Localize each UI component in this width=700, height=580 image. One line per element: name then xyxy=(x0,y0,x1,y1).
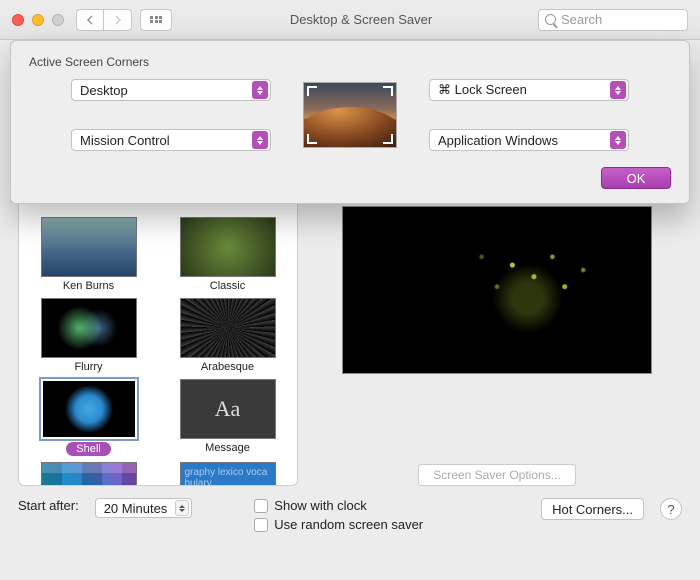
checkbox-label: Use random screen saver xyxy=(274,517,423,532)
hot-corners-sheet: Active Screen Corners Desktop Mission Co… xyxy=(10,40,690,204)
ok-button[interactable]: OK xyxy=(601,167,671,189)
corner-marker-icon xyxy=(379,130,393,144)
screensaver-item-message[interactable]: Aa Message xyxy=(168,379,287,456)
thumbnail xyxy=(180,298,276,358)
stepper-arrows-icon xyxy=(252,81,268,99)
screensaver-preview xyxy=(342,206,652,374)
corner-marker-icon xyxy=(379,86,393,100)
start-after-value: 20 Minutes xyxy=(104,501,168,516)
screensaver-item-classic[interactable]: Classic xyxy=(168,217,287,292)
screensaver-item-flurry[interactable]: Flurry xyxy=(29,298,148,373)
random-screensaver-checkbox[interactable]: Use random screen saver xyxy=(254,517,423,532)
corner-preview-monitor xyxy=(303,82,397,148)
screensaver-label: Message xyxy=(205,442,250,454)
thumbnail xyxy=(41,298,137,358)
window-controls xyxy=(12,14,64,26)
popup-value: Application Windows xyxy=(438,133,558,148)
start-after-popup[interactable]: 20 Minutes xyxy=(95,498,193,518)
checkbox-label: Show with clock xyxy=(274,498,366,513)
window-titlebar: Desktop & Screen Saver Search xyxy=(0,0,700,40)
screensaver-item-word-of-the-day[interactable]: graphy lexico voca bulary Word of the Da… xyxy=(168,462,287,486)
screensaver-label: Flurry xyxy=(74,361,102,373)
screensaver-label: Classic xyxy=(210,280,245,292)
corner-top-left-popup[interactable]: Desktop xyxy=(71,79,271,101)
corner-marker-icon xyxy=(307,130,321,144)
screensaver-label-selected: Shell xyxy=(66,442,110,456)
popup-value: ⌘ Lock Screen xyxy=(438,82,527,98)
search-input[interactable]: Search xyxy=(538,9,688,31)
stepper-arrows-icon xyxy=(175,500,189,516)
hot-corners-button[interactable]: Hot Corners... xyxy=(541,498,644,520)
thumbnail: Aa xyxy=(180,379,276,439)
stepper-arrows-icon xyxy=(610,131,626,149)
minimize-window-button[interactable] xyxy=(32,14,44,26)
thumbnail xyxy=(41,217,137,277)
thumbnail xyxy=(41,462,137,486)
help-button[interactable]: ? xyxy=(660,498,682,520)
chevron-left-icon xyxy=(86,15,94,25)
search-placeholder: Search xyxy=(561,12,602,27)
corner-top-right-popup[interactable]: ⌘ Lock Screen xyxy=(429,79,629,101)
thumbnail xyxy=(180,217,276,277)
stepper-arrows-icon xyxy=(610,81,626,99)
screensaver-item-itunes-artwork[interactable]: iTunes Artwork xyxy=(29,462,148,486)
chevron-right-icon xyxy=(114,15,122,25)
screensaver-item-arabesque[interactable]: Arabesque xyxy=(168,298,287,373)
start-after-label: Start after: xyxy=(18,498,79,513)
thumbnail: graphy lexico voca bulary xyxy=(180,462,276,486)
window-title: Desktop & Screen Saver xyxy=(184,12,538,27)
question-icon: ? xyxy=(667,502,674,517)
close-window-button[interactable] xyxy=(12,14,24,26)
thumbnail xyxy=(41,379,137,439)
popup-value: Desktop xyxy=(80,83,128,98)
sheet-heading: Active Screen Corners xyxy=(29,55,671,69)
bottom-controls: Start after: 20 Minutes Show with clock … xyxy=(18,498,682,532)
screensaver-item-shell[interactable]: Shell xyxy=(29,379,148,456)
show-all-button[interactable] xyxy=(140,9,172,31)
zoom-window-button[interactable] xyxy=(52,14,64,26)
forward-button[interactable] xyxy=(104,9,132,31)
checkbox-icon xyxy=(254,518,268,532)
back-button[interactable] xyxy=(76,9,104,31)
screensaver-item-ken-burns[interactable]: Ken Burns xyxy=(29,217,148,292)
screensaver-label: Ken Burns xyxy=(63,280,114,292)
screensaver-label: Arabesque xyxy=(201,361,254,373)
search-icon xyxy=(545,14,556,25)
show-with-clock-checkbox[interactable]: Show with clock xyxy=(254,498,423,513)
grid-icon xyxy=(150,16,162,24)
screensaver-options-button[interactable]: Screen Saver Options... xyxy=(418,464,575,486)
corner-bottom-left-popup[interactable]: Mission Control xyxy=(71,129,271,151)
corner-marker-icon xyxy=(307,86,321,100)
checkbox-icon xyxy=(254,499,268,513)
popup-value: Mission Control xyxy=(80,133,170,148)
stepper-arrows-icon xyxy=(252,131,268,149)
corner-bottom-right-popup[interactable]: Application Windows xyxy=(429,129,629,151)
